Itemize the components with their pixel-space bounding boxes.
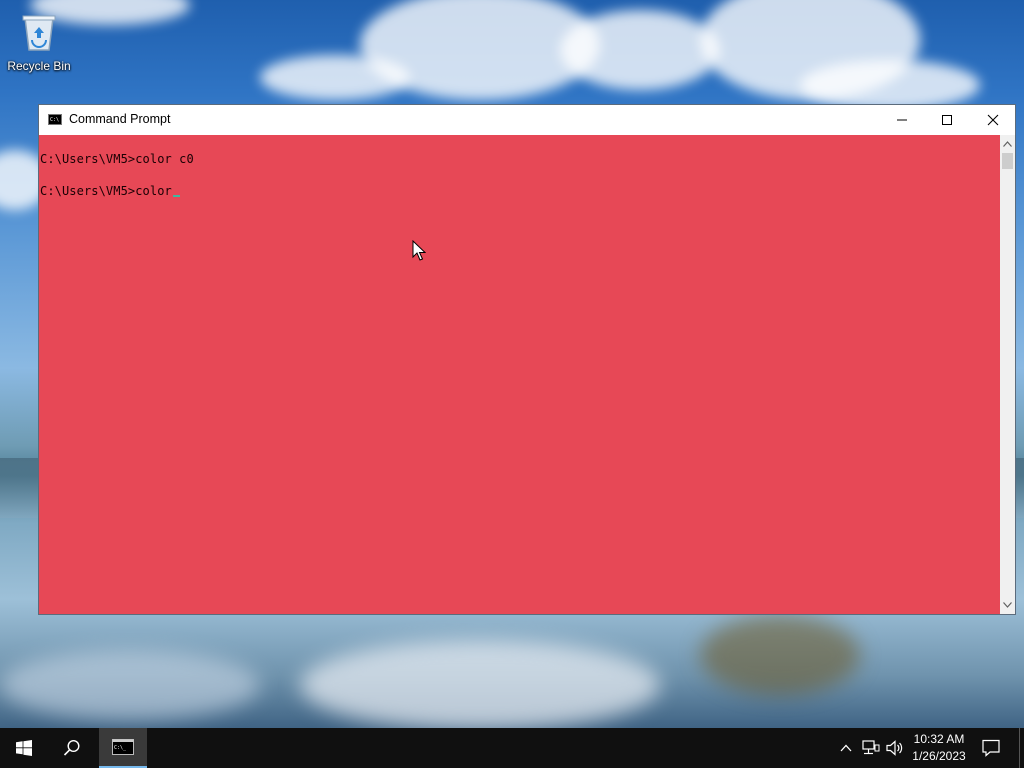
search-icon bbox=[63, 739, 80, 756]
scroll-down-arrow-icon[interactable] bbox=[1003, 602, 1012, 608]
notification-icon bbox=[982, 739, 1000, 757]
command-prompt-window[interactable]: C:\ Command Prompt C:\Users\VM5>color c0… bbox=[38, 104, 1016, 615]
taskbar: C:\_ 10:32 AM 1/26/2023 bbox=[0, 728, 1024, 768]
mouse-pointer-icon bbox=[412, 240, 426, 261]
scroll-up-arrow-icon[interactable] bbox=[1003, 141, 1012, 147]
windows-logo-icon bbox=[16, 740, 32, 756]
maximize-button[interactable] bbox=[924, 105, 970, 135]
network-button[interactable] bbox=[860, 728, 882, 768]
cloud bbox=[800, 60, 980, 110]
action-center-button[interactable] bbox=[976, 728, 1006, 768]
console-line: C:\Users\VM5>color c0 bbox=[40, 152, 194, 166]
desktop: Recycle Bin C:\ Command Prompt C:\Users\… bbox=[0, 0, 1024, 768]
console-line-text: C:\Users\VM5>color c0 bbox=[40, 152, 194, 166]
maximize-icon bbox=[942, 115, 952, 125]
vertical-scrollbar[interactable] bbox=[1000, 135, 1015, 614]
close-button[interactable] bbox=[970, 105, 1016, 135]
console-output[interactable]: C:\Users\VM5>color c0 C:\Users\VM5>color bbox=[39, 135, 1000, 614]
search-button[interactable] bbox=[48, 728, 96, 768]
network-icon bbox=[862, 740, 880, 755]
volume-button[interactable] bbox=[884, 728, 906, 768]
console-line: C:\Users\VM5>color bbox=[40, 184, 180, 198]
clock-time: 10:32 AM bbox=[913, 732, 965, 746]
svg-text:C:\: C:\ bbox=[50, 117, 59, 123]
svg-text:C:\_: C:\_ bbox=[114, 745, 127, 751]
text-cursor bbox=[172, 195, 180, 197]
cloud bbox=[260, 55, 410, 100]
window-titlebar[interactable]: C:\ Command Prompt bbox=[39, 105, 1015, 135]
scrollbar-thumb[interactable] bbox=[1002, 153, 1013, 169]
recycle-bin-icon bbox=[22, 15, 56, 51]
start-button[interactable] bbox=[0, 728, 48, 768]
desktop-icon-recycle-bin[interactable]: Recycle Bin bbox=[4, 6, 74, 78]
cmd-icon: C:\_ bbox=[112, 739, 134, 755]
clock-date: 1/26/2023 bbox=[912, 749, 966, 763]
minimize-button[interactable] bbox=[879, 105, 925, 135]
console-line-text: C:\Users\VM5>color bbox=[40, 184, 172, 198]
show-hidden-icons-button[interactable] bbox=[836, 728, 856, 768]
minimize-icon bbox=[897, 119, 907, 121]
show-desktop-button[interactable] bbox=[1019, 728, 1024, 768]
volume-icon bbox=[886, 740, 903, 756]
window-title: Command Prompt bbox=[69, 112, 171, 126]
cloud bbox=[560, 10, 720, 90]
cmd-icon: C:\ bbox=[48, 114, 62, 125]
chevron-up-icon bbox=[840, 744, 852, 752]
cloud-reflection bbox=[0, 650, 260, 720]
taskbar-item-command-prompt[interactable]: C:\_ bbox=[99, 728, 147, 768]
desktop-icon-label: Recycle Bin bbox=[7, 59, 71, 73]
rock-reflection bbox=[700, 615, 860, 695]
taskbar-clock[interactable]: 10:32 AM 1/26/2023 bbox=[908, 728, 970, 768]
close-icon bbox=[987, 114, 999, 126]
cloud-reflection bbox=[300, 640, 660, 730]
